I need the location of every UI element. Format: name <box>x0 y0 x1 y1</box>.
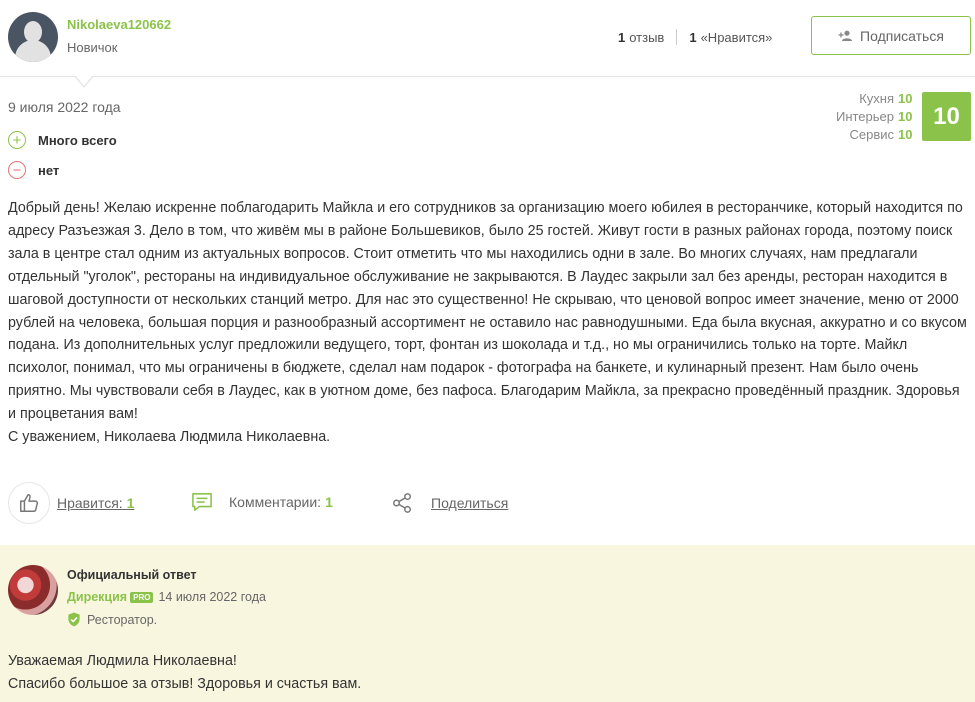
reply-role-text: Ресторатор. <box>87 612 158 627</box>
review-body: Добрый день! Желаю искренне поблагодарит… <box>8 197 970 449</box>
comment-icon <box>192 493 212 511</box>
subscribe-label: Подписаться <box>860 27 944 44</box>
user-rank: Новичок <box>67 40 118 55</box>
comments-action[interactable]: Комментарии: 1 <box>191 492 333 512</box>
user-avatar[interactable] <box>8 12 58 62</box>
reviews-count: 1 <box>618 29 626 45</box>
rating-row: Сервис 10 <box>849 127 913 142</box>
official-reply: Официальный ответ Дирекция PRO 14 июля 2… <box>0 545 975 702</box>
reply-date: 14 июля 2022 года <box>158 590 266 604</box>
minus-icon: − <box>8 161 26 179</box>
username-link[interactable]: Nikolaeva120662 <box>67 17 171 32</box>
reply-author-link[interactable]: Дирекция <box>67 590 127 604</box>
comments-label: Комментарии: <box>229 494 322 510</box>
share-action[interactable]: Поделиться <box>391 492 508 514</box>
reply-role: Ресторатор. <box>67 612 157 627</box>
rating-row: Интерьер 10 <box>835 109 913 124</box>
stats-divider <box>676 29 678 45</box>
like-button[interactable] <box>8 482 50 524</box>
like-count: 1 <box>126 495 135 511</box>
rating-row: Кухня 10 <box>859 91 913 106</box>
user-stats: 1 отзыв 1 «Нравится» <box>618 29 772 45</box>
like-link[interactable]: Нравится: 1 <box>57 495 134 511</box>
reply-author-line: Дирекция PRO 14 июля 2022 года <box>67 590 266 604</box>
plus-icon: + <box>8 131 26 149</box>
header-pointer <box>74 75 94 88</box>
reply-message: Спасибо большое за отзыв! Здоровья и сча… <box>8 675 362 692</box>
review-signature: С уважением, Николаева Людмила Николаевн… <box>8 429 331 446</box>
reviews-label: отзыв <box>629 29 665 45</box>
restaurant-avatar[interactable] <box>8 565 58 615</box>
review-plus: + Много всего <box>8 131 117 149</box>
plus-text: Много всего <box>38 132 117 148</box>
overall-score-badge: 10 <box>922 92 971 141</box>
thumbs-up-icon <box>20 494 39 512</box>
minus-text: нет <box>38 162 60 178</box>
review-date: 9 июля 2022 года <box>8 99 121 115</box>
reply-title: Официальный ответ <box>67 568 197 582</box>
likes-label: «Нравится» <box>700 29 773 45</box>
reply-body: Уважаемая Людмила Николаевна! Спасибо бо… <box>8 650 361 695</box>
review-minus: − нет <box>8 161 59 179</box>
rating-breakdown: Кухня 10 Интерьер 10 Сервис 10 <box>800 90 913 144</box>
review-actions: Нравится: 1 Комментарии: 1 Поделиться <box>8 482 508 524</box>
add-user-icon <box>838 30 853 41</box>
verified-shield-icon <box>68 612 80 627</box>
review-text: Добрый день! Желаю искренне поблагодарит… <box>8 200 967 423</box>
pro-badge: PRO <box>130 591 154 603</box>
review-header: Nikolaeva120662 Новичок 1 отзыв 1 «Нрави… <box>0 0 975 77</box>
comments-count: 1 <box>325 494 333 510</box>
likes-count: 1 <box>689 29 697 45</box>
share-icon <box>393 493 411 513</box>
subscribe-button[interactable]: Подписаться <box>811 16 971 55</box>
share-link[interactable]: Поделиться <box>431 495 508 511</box>
reply-greeting: Уважаемая Людмила Николаевна! <box>8 653 237 669</box>
